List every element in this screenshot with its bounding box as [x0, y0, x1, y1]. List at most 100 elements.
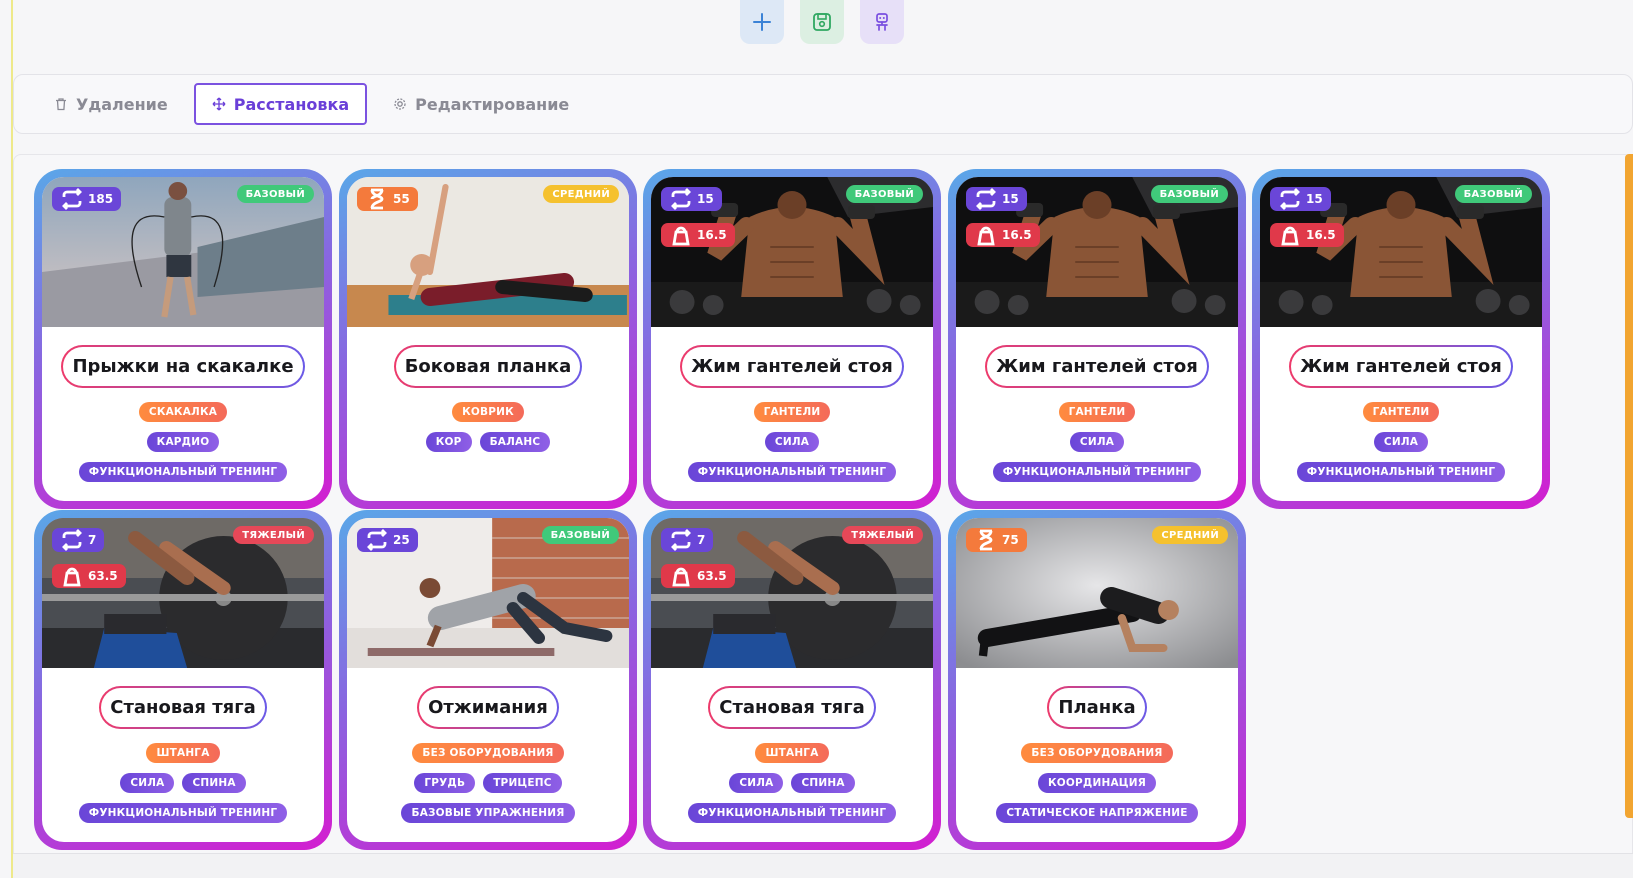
count-value: 25: [393, 533, 410, 547]
equipment-tag-row: ГАНТЕЛИ: [753, 402, 831, 422]
weight-badge: 16.5: [966, 223, 1040, 247]
weight-badge: 63.5: [661, 564, 735, 588]
tag-list: СКАКАЛКА КАРДИО ФУНКЦИОНАЛЬНЫЙ ТРЕНИНГ: [42, 402, 324, 482]
equipment-tag: БЕЗ ОБОРУДОВАНИЯ: [1021, 743, 1173, 763]
exercise-title: Жим гантелей стоя: [680, 345, 904, 388]
exercise-card[interactable]: 7 63.5 ТЯЖЕЛЫЙ Становая тяга ШТАНГА СИЛА СПИНА…: [34, 510, 332, 850]
difficulty-badge: ТЯЖЕЛЫЙ: [233, 526, 314, 544]
repeat-icon: [1280, 188, 1300, 210]
muscle-tag: СПИНА: [791, 773, 855, 793]
exercise-card[interactable]: 75 СРЕДНИЙ Планка БЕЗ ОБОРУДОВАНИЯ КООРДИНАЦ…: [948, 510, 1246, 850]
move-icon: [212, 97, 226, 111]
muscle-tag: СИЛА: [1373, 432, 1429, 452]
category-tag-row: ФУНКЦИОНАЛЬНЫЙ ТРЕНИНГ: [78, 803, 288, 823]
exercise-photo: 15 16.5 БАЗОВЫЙ: [651, 177, 933, 327]
reps-badge: 15: [1270, 187, 1331, 211]
weight-value: 16.5: [1306, 228, 1336, 242]
category-tag: ФУНКЦИОНАЛЬНЫЙ ТРЕНИНГ: [687, 462, 897, 482]
kettlebell-icon: [1281, 226, 1299, 246]
mode-arrange-tab[interactable]: Расстановка: [193, 83, 368, 125]
kettlebell-icon: [672, 567, 690, 587]
mode-delete-tab[interactable]: Удаление: [36, 83, 186, 125]
ai-assistant-button[interactable]: [860, 0, 904, 44]
tag-list: ГАНТЕЛИ СИЛА ФУНКЦИОНАЛЬНЫЙ ТРЕНИНГ: [956, 402, 1238, 482]
tag-list: ШТАНГА СИЛА СПИНА ФУНКЦИОНАЛЬНЫЙ ТРЕНИНГ: [651, 743, 933, 823]
exercise-title: Жим гантелей стоя: [1289, 345, 1513, 388]
count-value: 15: [1002, 192, 1019, 206]
equipment-tag-row: КОВРИК: [452, 402, 524, 422]
tag-list: ГАНТЕЛИ СИЛА ФУНКЦИОНАЛЬНЫЙ ТРЕНИНГ: [651, 402, 933, 482]
exercise-title: Прыжки на скакалке: [61, 345, 304, 388]
exercise-photo: 7 63.5 ТЯЖЕЛЫЙ: [651, 518, 933, 668]
hourglass-icon: [979, 529, 993, 551]
weight-badge: 63.5: [52, 564, 126, 588]
exercise-card-body: 7 63.5 ТЯЖЕЛЫЙ Становая тяга ШТАНГА СИЛА СПИНА…: [651, 518, 933, 842]
equipment-tag: БЕЗ ОБОРУДОВАНИЯ: [412, 743, 564, 763]
mode-edit-label: Редактирование: [415, 94, 570, 114]
exercise-card[interactable]: 15 16.5 БАЗОВЫЙ Жим гантелей стоя ГАНТЕЛИ СИЛ…: [1252, 169, 1550, 509]
exercise-card-body: 7 63.5 ТЯЖЕЛЫЙ Становая тяга ШТАНГА СИЛА СПИНА…: [42, 518, 324, 842]
equipment-tag: ГАНТЕЛИ: [1058, 402, 1136, 422]
exercise-photo: 185 БАЗОВЫЙ: [42, 177, 324, 327]
reps-badge: 15: [966, 187, 1027, 211]
category-tag-row: БАЗОВЫЕ УПРАЖНЕНИЯ: [401, 803, 575, 823]
scrollbar[interactable]: [1625, 154, 1633, 818]
equipment-tag: КОВРИК: [452, 402, 524, 422]
category-tag-row: СТАТИЧЕСКОЕ НАПРЯЖЕНИЕ: [996, 803, 1198, 823]
difficulty-badge: СРЕДНИЙ: [1152, 526, 1228, 544]
duration-badge: 75: [966, 528, 1027, 552]
equipment-tag: ГАНТЕЛИ: [753, 402, 831, 422]
equipment-tag-row: СКАКАЛКА: [138, 402, 228, 422]
muscle-tag: ТРИЦЕПС: [483, 773, 562, 793]
muscle-tag: СИЛА: [729, 773, 784, 793]
weight-value: 63.5: [88, 569, 118, 583]
top-action-bar: [740, 0, 904, 44]
add-button[interactable]: [740, 0, 784, 44]
muscle-tag: БАЛАНС: [479, 432, 551, 452]
exercise-grid: 185 БАЗОВЫЙ Прыжки на скакалке СКАКАЛКА КАРД…: [13, 154, 1633, 878]
exercise-card-body: 15 16.5 БАЗОВЫЙ Жим гантелей стоя ГАНТЕЛИ СИЛ…: [651, 177, 933, 501]
exercise-title: Становая тяга: [708, 686, 876, 729]
reps-badge: 185: [52, 187, 122, 211]
count-value: 7: [697, 533, 706, 547]
muscle-tag: СПИНА: [182, 773, 246, 793]
exercise-card[interactable]: 15 16.5 БАЗОВЫЙ Жим гантелей стоя ГАНТЕЛИ СИЛ…: [643, 169, 941, 509]
trash-icon: [56, 98, 66, 111]
exercise-photo: 15 16.5 БАЗОВЫЙ: [1260, 177, 1542, 327]
difficulty-badge: БАЗОВЫЙ: [236, 185, 314, 203]
equipment-tag-row: БЕЗ ОБОРУДОВАНИЯ: [1021, 743, 1173, 763]
exercise-card[interactable]: 15 16.5 БАЗОВЫЙ Жим гантелей стоя ГАНТЕЛИ СИЛ…: [948, 169, 1246, 509]
equipment-tag: ШТАНГА: [146, 743, 220, 763]
exercise-card-body: 185 БАЗОВЫЙ Прыжки на скакалке СКАКАЛКА КАРД…: [42, 177, 324, 501]
exercise-card-body: 15 16.5 БАЗОВЫЙ Жим гантелей стоя ГАНТЕЛИ СИЛ…: [1260, 177, 1542, 501]
category-tag: ФУНКЦИОНАЛЬНЫЙ ТРЕНИНГ: [992, 462, 1202, 482]
difficulty-badge: СРЕДНИЙ: [543, 185, 619, 203]
muscle-tag-row: КАРДИО: [146, 432, 220, 452]
robot-icon: [876, 13, 888, 31]
floppy-icon: [813, 13, 831, 31]
weight-badge: 16.5: [1270, 223, 1344, 247]
difficulty-badge: ТЯЖЕЛЫЙ: [842, 526, 923, 544]
exercise-card[interactable]: 185 БАЗОВЫЙ Прыжки на скакалке СКАКАЛКА КАРД…: [34, 169, 332, 509]
exercise-card[interactable]: 7 63.5 ТЯЖЕЛЫЙ Становая тяга ШТАНГА СИЛА СПИНА…: [643, 510, 941, 850]
reps-badge: 7: [661, 528, 714, 552]
muscle-tag: СИЛА: [764, 432, 820, 452]
muscle-tag-row: СИЛА: [1069, 432, 1125, 452]
muscle-tag: КОР: [425, 432, 472, 452]
plus-icon: [753, 13, 771, 31]
muscle-tag-row: СИЛА: [764, 432, 820, 452]
kettlebell-icon: [672, 226, 690, 246]
mode-edit-tab[interactable]: Редактирование: [375, 83, 587, 125]
count-value: 7: [88, 533, 97, 547]
repeat-icon: [671, 529, 691, 551]
save-button[interactable]: [800, 0, 844, 44]
exercise-card[interactable]: 25 БАЗОВЫЙ Отжимания БЕЗ ОБОРУДОВАНИЯ ГРУДЬ Т…: [339, 510, 637, 850]
muscle-tag-row: ГРУДЬ ТРИЦЕПС: [414, 773, 562, 793]
muscle-tag: КООРДИНАЦИЯ: [1038, 773, 1156, 793]
duration-badge: 55: [357, 187, 418, 211]
category-tag: БАЗОВЫЕ УПРАЖНЕНИЯ: [401, 803, 575, 823]
difficulty-badge: БАЗОВЫЙ: [845, 185, 923, 203]
difficulty-badge: БАЗОВЫЙ: [1454, 185, 1532, 203]
exercise-card[interactable]: 55 СРЕДНИЙ Боковая планка КОВРИК КОР БАЛАНС: [339, 169, 637, 509]
count-value: 75: [1002, 533, 1019, 547]
